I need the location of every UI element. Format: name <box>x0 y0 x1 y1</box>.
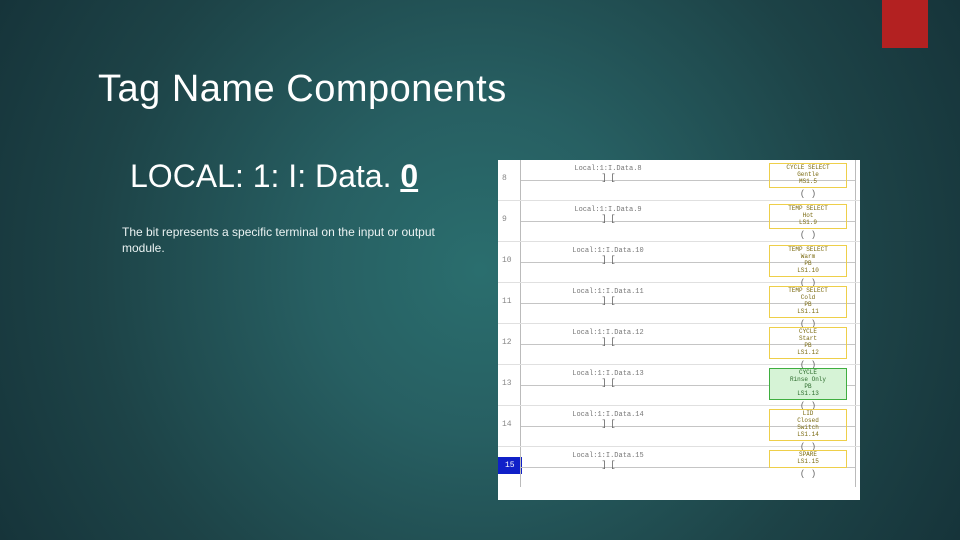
slide: Tag Name Components LOCAL: 1: I: Data. 0… <box>0 0 960 540</box>
contact: Local:1:I.Data.11] [ <box>548 289 668 306</box>
right-bus <box>855 406 856 446</box>
coil: CYCLEStartPBLS1.12( ) <box>766 327 850 370</box>
tag-bit: 0 <box>400 158 418 194</box>
slide-title: Tag Name Components <box>98 68 507 111</box>
description-text: The bit represents a specific terminal o… <box>122 224 472 256</box>
rung-12: 12Local:1:I.Data.12] [CYCLEStartPBLS1.12… <box>498 324 860 365</box>
rung-13: 13Local:1:I.Data.13] [CYCLERinse OnlyPBL… <box>498 365 860 406</box>
right-bus <box>855 365 856 405</box>
rung-14: 14Local:1:I.Data.14] [LIDClosedSwitchLS1… <box>498 406 860 447</box>
rung-15: 15 Local:1:I.Data.15] [ SPARELS1.15( ) <box>498 447 860 487</box>
contact: Local:1:I.Data.8] [ <box>548 166 668 183</box>
rung-number: 11 <box>502 297 512 306</box>
coil: LIDClosedSwitchLS1.14( ) <box>766 409 850 452</box>
rung-11: 11Local:1:I.Data.11] [TEMP SELECTColdPBL… <box>498 283 860 324</box>
coil: TEMP SELECTWarmPBLS1.10( ) <box>766 245 850 288</box>
ladder-diagram: 8 Local:1:I.Data.8] [ CYCLE SELECTGentleMS… <box>498 160 860 500</box>
right-bus <box>855 283 856 323</box>
coil: TEMP SELECTHotLS1.9( ) <box>766 204 850 240</box>
right-bus <box>855 447 856 487</box>
accent-bar <box>882 0 928 48</box>
contact: Local:1:I.Data.15] [ <box>548 453 668 470</box>
rung-number: 8 <box>502 174 507 183</box>
rung-number: 14 <box>502 420 512 429</box>
coil: TEMP SELECTColdPBLS1.11( ) <box>766 286 850 329</box>
coil: SPARELS1.15( ) <box>766 450 850 479</box>
rung-number: 10 <box>502 256 512 265</box>
contact: Local:1:I.Data.9] [ <box>548 207 668 224</box>
contact: Local:1:I.Data.10] [ <box>548 248 668 265</box>
right-bus <box>855 324 856 364</box>
tag-expression: LOCAL: 1: I: Data. 0 <box>130 158 418 195</box>
contact: Local:1:I.Data.12] [ <box>548 330 668 347</box>
rung-number: 15 <box>498 457 522 474</box>
rung-10: 10Local:1:I.Data.10] [TEMP SELECTWarmPBL… <box>498 242 860 283</box>
contact: Local:1:I.Data.13] [ <box>548 371 668 388</box>
rung-9: 9 Local:1:I.Data.9] [ TEMP SELECTHotLS1.9(… <box>498 201 860 242</box>
rung-number: 9 <box>502 215 507 224</box>
coil: CYCLE SELECTGentleMS1.5( ) <box>766 163 850 199</box>
rung-number: 12 <box>502 338 512 347</box>
coil: CYCLERinse OnlyPBLS1.13( ) <box>766 368 850 411</box>
right-bus <box>855 160 856 200</box>
contact: Local:1:I.Data.14] [ <box>548 412 668 429</box>
rung-number: 13 <box>502 379 512 388</box>
right-bus <box>855 201 856 241</box>
tag-prefix: LOCAL: 1: I: Data. <box>130 158 400 194</box>
right-bus <box>855 242 856 282</box>
rung-8: 8 Local:1:I.Data.8] [ CYCLE SELECTGentleMS… <box>498 160 860 201</box>
